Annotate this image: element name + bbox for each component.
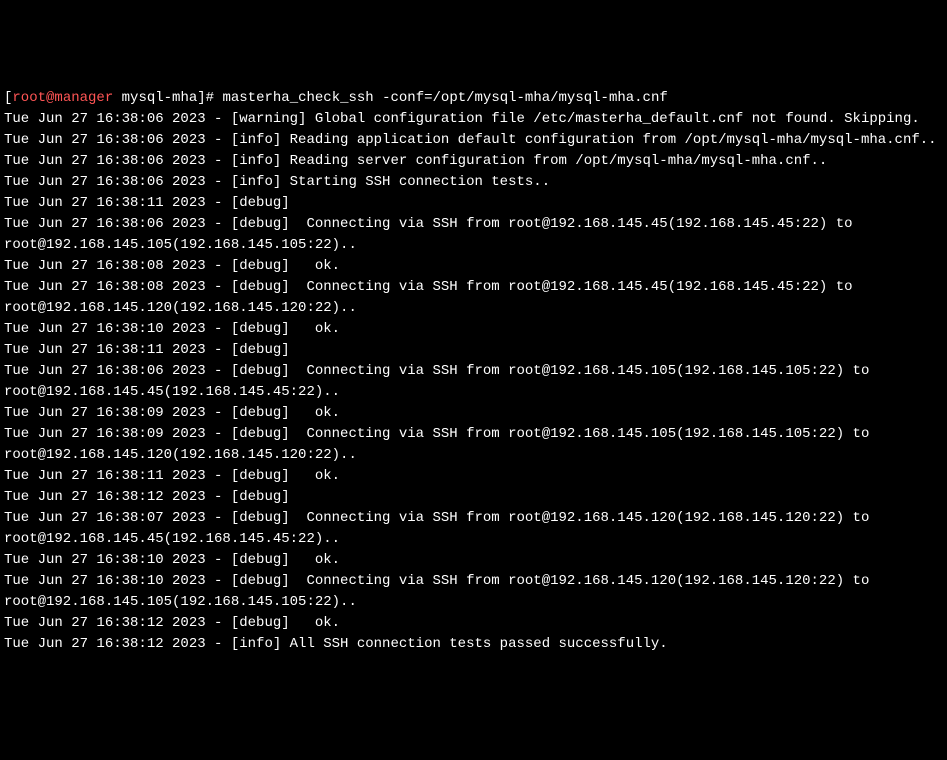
output-line: Tue Jun 27 16:38:06 2023 - [info] Readin… [4,151,943,172]
output-line: Tue Jun 27 16:38:07 2023 - [debug] Conne… [4,508,943,550]
output-line: Tue Jun 27 16:38:10 2023 - [debug] Conne… [4,571,943,613]
prompt-path: mysql-mha [122,90,198,106]
output-line: Tue Jun 27 16:38:06 2023 - [warning] Glo… [4,109,943,130]
output-line: Tue Jun 27 16:38:12 2023 - [debug] [4,487,943,508]
output-line: Tue Jun 27 16:38:06 2023 - [debug] Conne… [4,361,943,403]
output-line: Tue Jun 27 16:38:09 2023 - [debug] ok. [4,403,943,424]
output-line: Tue Jun 27 16:38:12 2023 - [debug] ok. [4,613,943,634]
output-line: Tue Jun 27 16:38:11 2023 - [debug] [4,340,943,361]
prompt-line: [root@manager mysql-mha]# masterha_check… [4,88,943,109]
output-line: Tue Jun 27 16:38:08 2023 - [debug] ok. [4,256,943,277]
prompt-user-host: root@manager [12,90,113,106]
terminal-output[interactable]: [root@manager mysql-mha]# masterha_check… [4,88,943,655]
output-line: Tue Jun 27 16:38:11 2023 - [debug] ok. [4,466,943,487]
output-line: Tue Jun 27 16:38:06 2023 - [debug] Conne… [4,214,943,256]
prompt-close-bracket: ]# [197,90,214,106]
output-line: Tue Jun 27 16:38:06 2023 - [info] Starti… [4,172,943,193]
output-line: Tue Jun 27 16:38:11 2023 - [debug] [4,193,943,214]
output-line: Tue Jun 27 16:38:10 2023 - [debug] ok. [4,550,943,571]
output-line: Tue Jun 27 16:38:10 2023 - [debug] ok. [4,319,943,340]
output-line: Tue Jun 27 16:38:06 2023 - [info] Readin… [4,130,943,151]
command-text: masterha_check_ssh -conf=/opt/mysql-mha/… [214,90,668,106]
output-line: Tue Jun 27 16:38:12 2023 - [info] All SS… [4,634,943,655]
output-line: Tue Jun 27 16:38:09 2023 - [debug] Conne… [4,424,943,466]
output-line: Tue Jun 27 16:38:08 2023 - [debug] Conne… [4,277,943,319]
